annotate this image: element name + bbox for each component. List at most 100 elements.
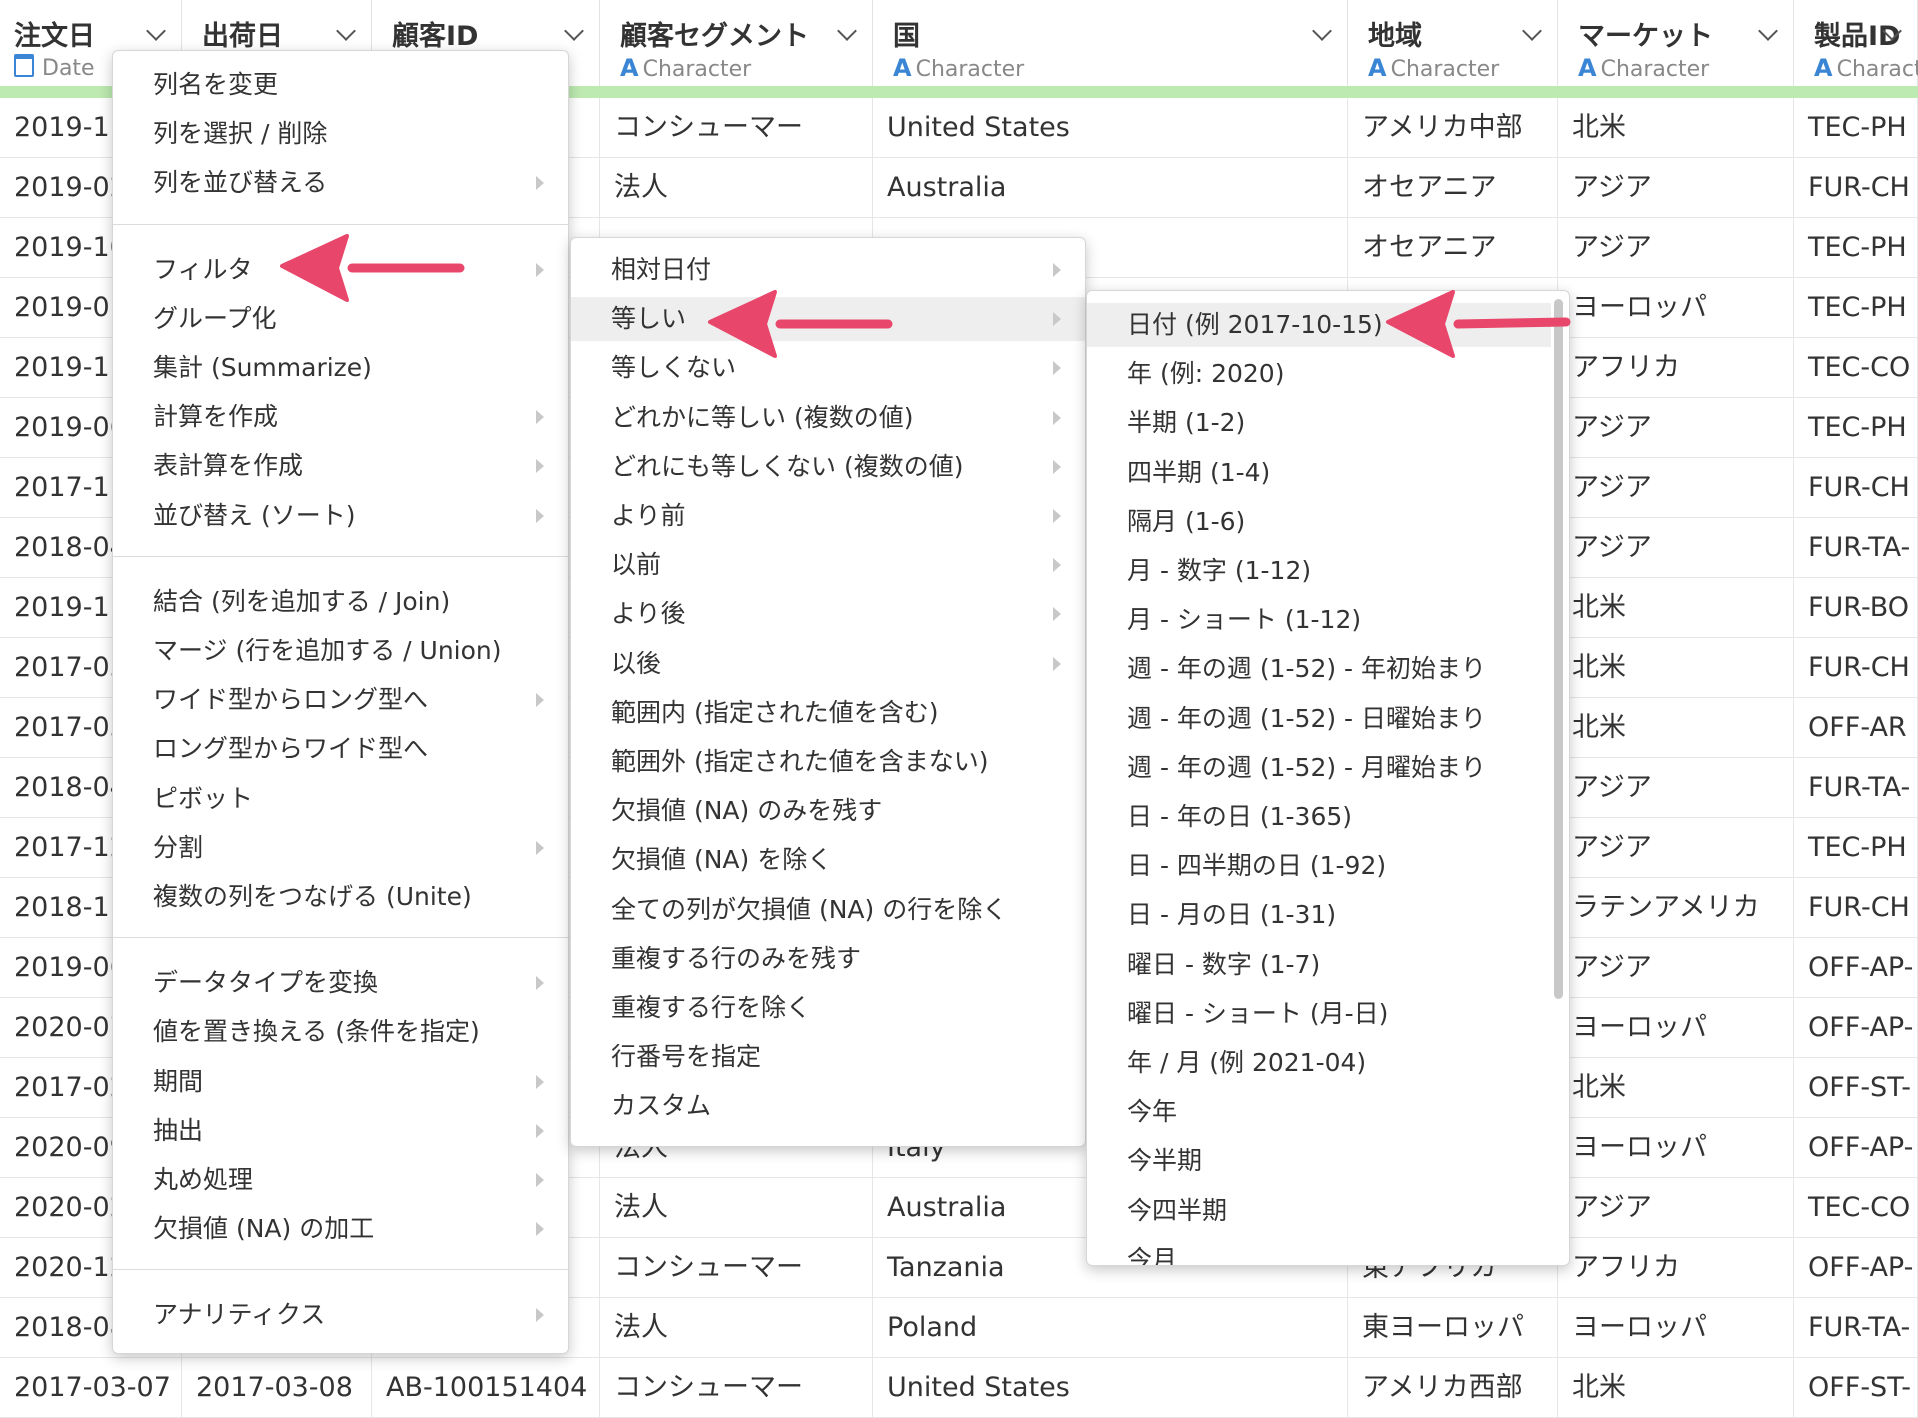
table-cell[interactable]: OFF-ST-	[1794, 1058, 1918, 1118]
chevron-down-icon[interactable]	[1758, 21, 1778, 41]
table-cell[interactable]: コンシューマー	[600, 1358, 873, 1418]
table-cell[interactable]: ヨーロッパ	[1558, 998, 1794, 1058]
table-cell[interactable]: FUR-CH	[1794, 878, 1918, 938]
menu-item[interactable]: 列を選択 / 削除	[113, 112, 568, 156]
menu-item[interactable]: 月 - 数字 (1-12)	[1087, 549, 1551, 593]
table-cell[interactable]: ヨーロッパ	[1558, 1298, 1794, 1358]
table-cell[interactable]: アジア	[1558, 1178, 1794, 1238]
menu-item[interactable]: より前	[571, 494, 1085, 538]
table-cell[interactable]: OFF-AP-	[1794, 938, 1918, 998]
menu-item[interactable]: ワイド型からロング型へ	[113, 678, 568, 722]
table-cell[interactable]: OFF-AP-	[1794, 1238, 1918, 1298]
table-cell[interactable]: 北米	[1558, 98, 1794, 158]
menu-item[interactable]: フィルタ	[113, 248, 568, 292]
table-cell[interactable]: アジア	[1558, 158, 1794, 218]
menu-item[interactable]: 日 - 年の日 (1-365)	[1087, 795, 1551, 839]
table-cell[interactable]: OFF-AP-	[1794, 998, 1918, 1058]
table-cell[interactable]: Australia	[873, 158, 1348, 218]
chevron-down-icon[interactable]	[336, 21, 356, 41]
table-cell[interactable]: AB-100151404	[372, 1358, 600, 1418]
table-cell[interactable]: ヨーロッパ	[1558, 1118, 1794, 1178]
table-cell[interactable]: FUR-TA-	[1794, 1298, 1918, 1358]
table-cell[interactable]: アジア	[1558, 818, 1794, 878]
table-cell[interactable]: OFF-ST-	[1794, 1358, 1918, 1418]
table-cell[interactable]: TEC-CO	[1794, 338, 1918, 398]
menu-item[interactable]: より後	[571, 592, 1085, 636]
menu-item[interactable]: 並び替え (ソート)	[113, 494, 568, 538]
table-cell[interactable]: アジア	[1558, 458, 1794, 518]
menu-item[interactable]: 等しい	[571, 297, 1085, 342]
table-cell[interactable]: アジア	[1558, 938, 1794, 998]
table-cell[interactable]: オセアニア	[1348, 158, 1558, 218]
table-cell[interactable]: FUR-BO	[1794, 578, 1918, 638]
menu-item[interactable]: 週 - 年の週 (1-52) - 日曜始まり	[1087, 697, 1551, 741]
menu-item[interactable]: カスタム	[571, 1084, 1085, 1128]
menu-item[interactable]: 今半期	[1087, 1139, 1551, 1183]
menu-item[interactable]: 重複する行のみを残す	[571, 937, 1085, 981]
menu-item[interactable]: 曜日 - ショート (月-日)	[1087, 992, 1551, 1036]
menu-item[interactable]: 重複する行を除く	[571, 986, 1085, 1030]
menu-item[interactable]: 月 - ショート (1-12)	[1087, 598, 1551, 642]
menu-item[interactable]: 複数の列をつなげる (Unite)	[113, 875, 568, 919]
menu-item[interactable]: 日 - 四半期の日 (1-92)	[1087, 844, 1551, 888]
table-cell[interactable]: 法人	[600, 1178, 873, 1238]
column-header[interactable]: 製品ID A Charact	[1794, 0, 1918, 88]
menu-item[interactable]: マージ (行を追加する / Union)	[113, 629, 568, 673]
table-cell[interactable]: TEC-PH	[1794, 818, 1918, 878]
menu-item[interactable]: 年 (例: 2020)	[1087, 352, 1551, 396]
menu-item[interactable]: 分割	[113, 826, 568, 870]
menu-item[interactable]: 範囲外 (指定された値を含まない)	[571, 740, 1085, 784]
table-cell[interactable]: 法人	[600, 158, 873, 218]
table-cell[interactable]: Poland	[873, 1298, 1348, 1358]
menu-item[interactable]: 相対日付	[571, 248, 1085, 292]
menu-item[interactable]: 今年	[1087, 1090, 1551, 1134]
menu-item[interactable]: 表計算を作成	[113, 444, 568, 488]
menu-item[interactable]: 等しくない	[571, 346, 1085, 390]
menu-scrollbar[interactable]	[1554, 299, 1563, 999]
menu-item[interactable]: ピボット	[113, 777, 568, 821]
chevron-down-icon[interactable]	[146, 21, 166, 41]
table-cell[interactable]: 2017-03-07	[0, 1358, 182, 1418]
table-cell[interactable]: 北米	[1558, 1058, 1794, 1118]
menu-item[interactable]: 今四半期	[1087, 1189, 1551, 1233]
table-cell[interactable]: 北米	[1558, 578, 1794, 638]
menu-item[interactable]: 計算を作成	[113, 395, 568, 439]
table-cell[interactable]: FUR-CH	[1794, 458, 1918, 518]
menu-item[interactable]: どれにも等しくない (複数の値)	[571, 445, 1085, 489]
table-cell[interactable]: TEC-PH	[1794, 278, 1918, 338]
table-cell[interactable]: FUR-CH	[1794, 158, 1918, 218]
table-cell[interactable]: 東ヨーロッパ	[1348, 1298, 1558, 1358]
table-cell[interactable]: TEC-PH	[1794, 218, 1918, 278]
chevron-down-icon[interactable]	[1522, 21, 1542, 41]
table-cell[interactable]: 法人	[600, 1298, 873, 1358]
menu-item[interactable]: 欠損値 (NA) を除く	[571, 838, 1085, 882]
menu-item[interactable]: 範囲内 (指定された値を含む)	[571, 691, 1085, 735]
menu-item[interactable]: 週 - 年の週 (1-52) - 月曜始まり	[1087, 746, 1551, 790]
menu-item[interactable]: 丸め処理	[113, 1158, 568, 1202]
table-cell[interactable]: 北米	[1558, 698, 1794, 758]
table-cell[interactable]: アメリカ西部	[1348, 1358, 1558, 1418]
menu-item[interactable]: 値を置き換える (条件を指定)	[113, 1010, 568, 1054]
menu-item[interactable]: 週 - 年の週 (1-52) - 年初始まり	[1087, 647, 1551, 691]
menu-item[interactable]: アナリティクス	[113, 1293, 568, 1337]
table-cell[interactable]: オセアニア	[1348, 218, 1558, 278]
menu-item[interactable]: 期間	[113, 1060, 568, 1104]
table-cell[interactable]: ヨーロッパ	[1558, 278, 1794, 338]
menu-item[interactable]: 日 - 月の日 (1-31)	[1087, 893, 1551, 937]
menu-item[interactable]: データタイプを変換	[113, 961, 568, 1005]
menu-item[interactable]: 今月	[1087, 1238, 1551, 1265]
column-header[interactable]: 地域 A Character	[1348, 0, 1558, 88]
chevron-down-icon[interactable]	[1312, 21, 1332, 41]
menu-item[interactable]: 以前	[571, 543, 1085, 587]
menu-item[interactable]: 半期 (1-2)	[1087, 401, 1551, 445]
table-cell[interactable]: アフリカ	[1558, 338, 1794, 398]
menu-item[interactable]: 四半期 (1-4)	[1087, 451, 1551, 495]
menu-item[interactable]: 結合 (列を追加する / Join)	[113, 580, 568, 624]
column-header[interactable]: 国 A Character	[873, 0, 1348, 88]
table-cell[interactable]: 北米	[1558, 638, 1794, 698]
menu-item[interactable]: ロング型からワイド型へ	[113, 727, 568, 771]
table-cell[interactable]: コンシューマー	[600, 98, 873, 158]
table-cell[interactable]: OFF-AR	[1794, 698, 1918, 758]
menu-item[interactable]: 列名を変更	[113, 63, 568, 107]
column-header[interactable]: 顧客セグメント A Character	[600, 0, 873, 88]
